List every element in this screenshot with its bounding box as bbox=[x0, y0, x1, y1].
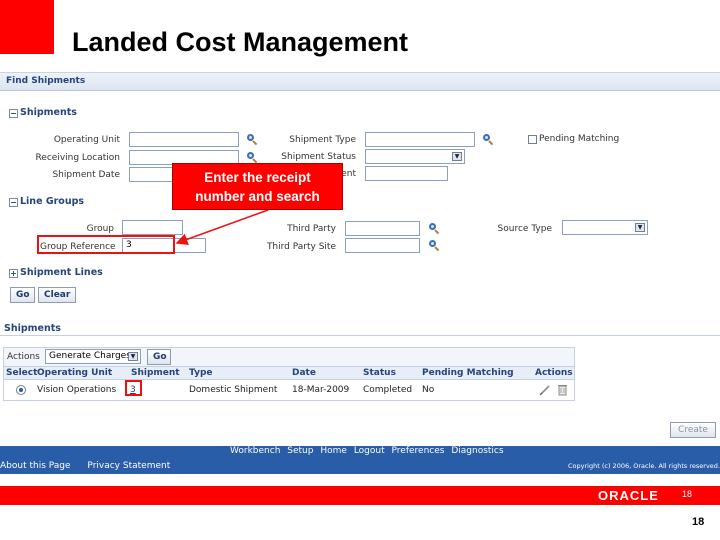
col-operating-unit: Operating Unit bbox=[37, 368, 113, 378]
bar-page-number: 18 bbox=[682, 489, 693, 499]
slide-page-number: 18 bbox=[692, 516, 705, 528]
clear-button[interactable]: Clear bbox=[38, 287, 76, 303]
collapse-icon: − bbox=[9, 198, 18, 207]
create-button[interactable]: Create bbox=[670, 422, 716, 438]
shipment-date-label: Shipment Date bbox=[52, 170, 120, 180]
col-pending-matching: Pending Matching bbox=[422, 368, 514, 378]
group-reference-highlight bbox=[37, 235, 175, 254]
col-actions: Actions bbox=[535, 368, 573, 378]
cell-type: Domestic Shipment bbox=[189, 385, 278, 395]
group-input[interactable] bbox=[122, 220, 183, 235]
expand-icon: + bbox=[9, 269, 18, 278]
privacy-statement-link[interactable]: Privacy Statement bbox=[87, 461, 170, 471]
copyright-text: Copyright (c) 2006, Oracle. All rights r… bbox=[568, 462, 720, 470]
col-shipment: Shipment bbox=[131, 368, 180, 378]
third-party-label: Third Party bbox=[287, 224, 336, 234]
third-party-site-input[interactable] bbox=[345, 238, 420, 253]
shipments-section-toggle[interactable]: − Shipments bbox=[9, 107, 77, 118]
results-title: Shipments bbox=[4, 323, 61, 334]
source-type-select[interactable]: ▼ bbox=[562, 220, 648, 235]
third-party-site-search-icon[interactable] bbox=[428, 239, 440, 252]
pending-matching-label: Pending Matching bbox=[539, 134, 620, 144]
operating-unit-search-icon[interactable] bbox=[246, 133, 258, 146]
operating-unit-label: Operating Unit bbox=[53, 135, 120, 145]
shipment-status-label: Shipment Status bbox=[281, 152, 356, 162]
col-status: Status bbox=[363, 368, 396, 378]
table-row: Vision Operations 3 Domestic Shipment 18… bbox=[4, 380, 574, 400]
receiving-location-search-icon[interactable] bbox=[246, 151, 258, 164]
shipment-lines-section-toggle[interactable]: + Shipment Lines bbox=[9, 267, 103, 278]
cell-status: Completed bbox=[363, 385, 413, 395]
slide-red-square bbox=[0, 0, 54, 54]
actions-select-value: Generate Charges bbox=[49, 351, 131, 361]
callout-box: Enter the receipt number and search bbox=[172, 163, 343, 210]
find-shipments-title: Find Shipments bbox=[6, 76, 86, 86]
footer-link-preferences[interactable]: Preferences bbox=[392, 446, 445, 456]
find-shipments-header: Find Shipments bbox=[0, 73, 720, 91]
third-party-search-icon[interactable] bbox=[428, 222, 440, 235]
operating-unit-input[interactable] bbox=[129, 132, 239, 147]
col-type: Type bbox=[189, 368, 213, 378]
footer-link-setup[interactable]: Setup bbox=[287, 446, 313, 456]
actions-label: Actions bbox=[7, 352, 40, 362]
app-footer: Workbench Setup Home Logout Preferences … bbox=[0, 446, 720, 474]
shipment-status-select[interactable]: ▼ bbox=[365, 149, 465, 164]
receiving-location-label: Receiving Location bbox=[35, 153, 120, 163]
chevron-down-icon: ▼ bbox=[452, 152, 462, 161]
table-actions-bar: Actions Generate Charges ▼ Go bbox=[4, 348, 574, 366]
go-button[interactable]: Go bbox=[10, 287, 35, 303]
third-party-input[interactable] bbox=[345, 221, 420, 236]
row-select-radio[interactable] bbox=[16, 385, 26, 395]
results-divider bbox=[0, 335, 720, 336]
shipments-section-label: Shipments bbox=[20, 107, 77, 118]
footer-link-diagnostics[interactable]: Diagnostics bbox=[451, 446, 503, 456]
cell-operating-unit: Vision Operations bbox=[37, 385, 117, 395]
footer-link-logout[interactable]: Logout bbox=[354, 446, 385, 456]
chevron-down-icon: ▼ bbox=[128, 352, 138, 361]
about-page-link[interactable]: About this Page bbox=[0, 461, 71, 471]
shipment-type-label: Shipment Type bbox=[289, 135, 356, 145]
chevron-down-icon: ▼ bbox=[635, 223, 645, 232]
shipment-type-input[interactable] bbox=[365, 132, 475, 147]
col-date: Date bbox=[292, 368, 316, 378]
shipment-type-search-icon[interactable] bbox=[482, 133, 494, 146]
actions-go-button[interactable]: Go bbox=[147, 349, 171, 365]
oracle-logo: ORACLE bbox=[598, 488, 659, 503]
footer-links: Workbench Setup Home Logout Preferences … bbox=[230, 446, 508, 456]
line-groups-section-toggle[interactable]: − Line Groups bbox=[9, 196, 84, 207]
group-label: Group bbox=[86, 224, 114, 234]
table-header: Select Operating Unit Shipment Type Date… bbox=[4, 366, 574, 380]
slide-title: Landed Cost Management bbox=[72, 27, 409, 57]
footer-left-links: About this Page Privacy Statement bbox=[0, 461, 184, 471]
shipment-number-highlight bbox=[125, 380, 142, 396]
shipments-table: Actions Generate Charges ▼ Go Select Ope… bbox=[3, 347, 575, 401]
cell-date: 18-Mar-2009 bbox=[292, 385, 350, 395]
line-groups-section-label: Line Groups bbox=[20, 196, 85, 207]
shipment-lines-section-label: Shipment Lines bbox=[20, 267, 103, 278]
collapse-icon: − bbox=[9, 109, 18, 118]
delete-icon[interactable] bbox=[557, 383, 568, 396]
actions-select[interactable]: Generate Charges ▼ bbox=[45, 349, 141, 364]
source-type-label: Source Type bbox=[497, 224, 552, 234]
footer-link-home[interactable]: Home bbox=[320, 446, 347, 456]
footer-link-workbench[interactable]: Workbench bbox=[230, 446, 280, 456]
hidden-field-input[interactable] bbox=[365, 166, 448, 181]
third-party-site-label: Third Party Site bbox=[266, 242, 336, 252]
col-select: Select bbox=[6, 368, 38, 378]
pending-matching-checkbox[interactable] bbox=[528, 135, 537, 144]
cell-pending-matching: No bbox=[422, 385, 435, 395]
edit-icon[interactable] bbox=[539, 384, 551, 396]
